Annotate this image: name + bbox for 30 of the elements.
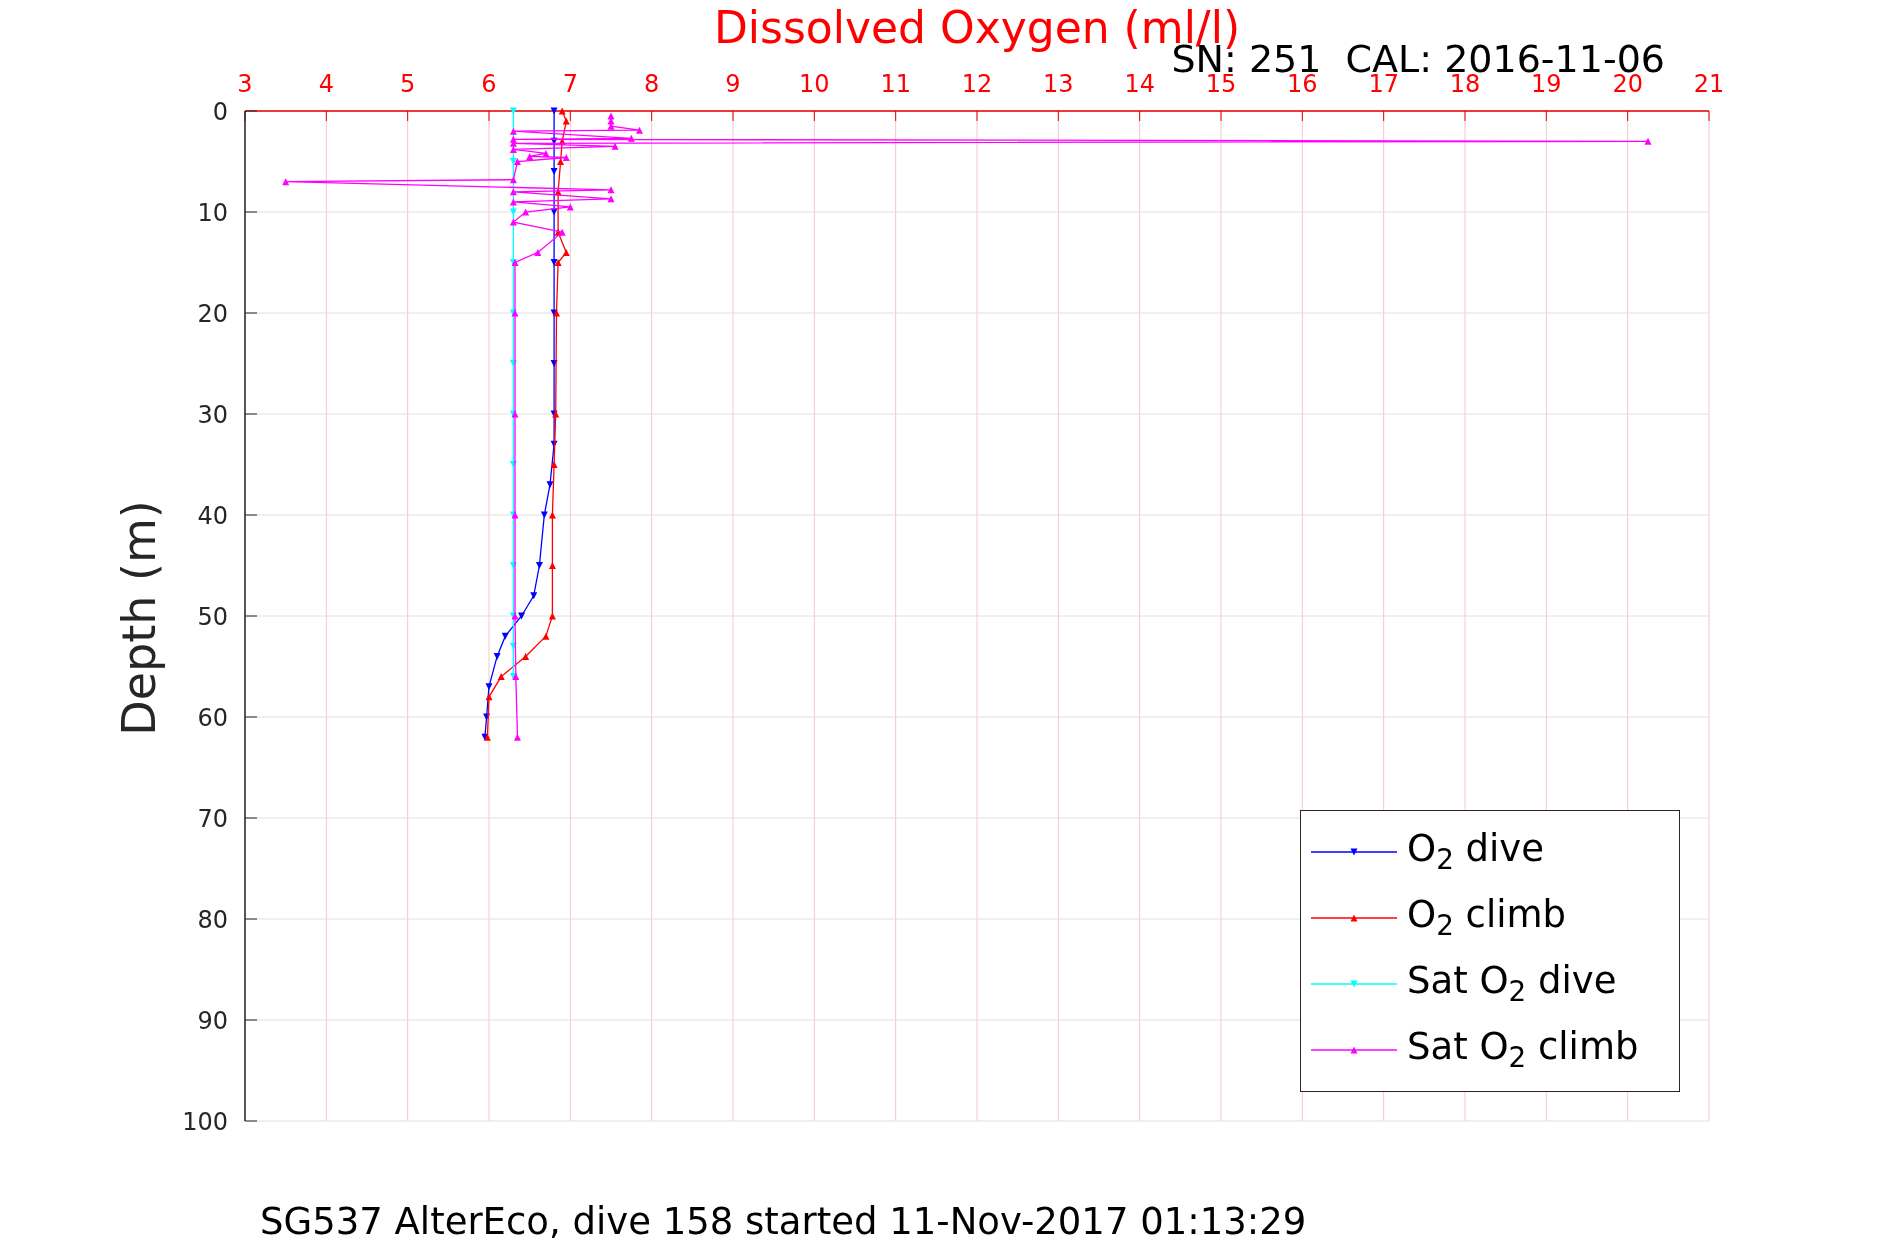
legend-label: O$_{2}$ climb [1407, 894, 1566, 942]
x-tick-label: 4 [318, 70, 334, 98]
y-tick-label: 50 [197, 603, 228, 631]
x-tick-label: 14 [1124, 70, 1155, 98]
y-tick-label: 60 [197, 704, 228, 732]
x-tick-label: 6 [481, 70, 497, 98]
legend-label: Sat O$_{2}$ dive [1407, 960, 1617, 1008]
x-tick-label: 13 [1043, 70, 1074, 98]
x-tick-label: 9 [725, 70, 741, 98]
x-tick-label: 5 [400, 70, 416, 98]
y-tick-label: 40 [197, 502, 228, 530]
x-tick-label: 8 [644, 70, 660, 98]
y-tick-label: 80 [197, 906, 228, 934]
y-tick-label: 90 [197, 1007, 228, 1035]
y-tick-label: 10 [197, 199, 228, 227]
y-tick-label: 20 [197, 300, 228, 328]
x-tick-label: 12 [961, 70, 993, 98]
y-tick-label: 30 [197, 401, 228, 429]
legend-label: Sat O$_{2}$ climb [1407, 1026, 1639, 1074]
y-tick-label: 70 [197, 805, 228, 833]
x-tick-label: 10 [799, 70, 830, 98]
y-axis-label: Depth (m) [112, 500, 166, 736]
x-tick-label: 21 [1693, 70, 1725, 98]
y-tick-label: 0 [212, 98, 228, 126]
x-tick-label: 7 [562, 70, 578, 98]
legend-label: O$_{2}$ dive [1407, 828, 1544, 876]
x-tick-label: 11 [880, 70, 911, 98]
y-tick-label: 100 [182, 1108, 228, 1136]
x-tick-label: 3 [237, 70, 253, 98]
dive-caption: SG537 AlterEco, dive 158 started 11-Nov-2017 01:13:29 [260, 1200, 1307, 1243]
